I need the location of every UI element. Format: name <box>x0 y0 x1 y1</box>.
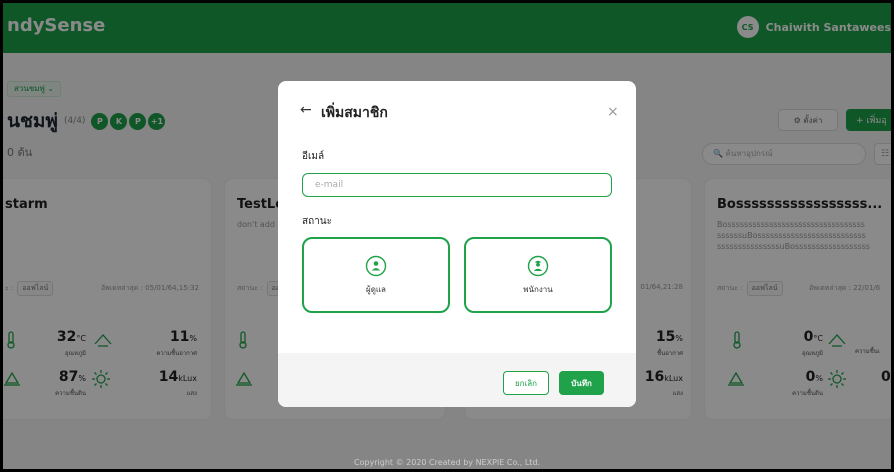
back-arrow-icon[interactable]: ← <box>300 102 312 118</box>
employee-icon <box>527 255 549 276</box>
role-employee-label: พนักงาน <box>523 284 553 294</box>
save-button[interactable]: บันทึก <box>559 371 604 395</box>
cancel-button[interactable]: ยกเลิก <box>503 371 549 395</box>
close-icon[interactable]: × <box>607 104 619 120</box>
email-field[interactable] <box>302 173 612 197</box>
role-admin-label: ผู้ดูแล <box>366 284 386 294</box>
footer-copyright: Copyright © 2020 Created by NEXPIE Co., … <box>353 458 541 467</box>
email-label: อีเมล์ <box>302 151 325 162</box>
role-admin-option[interactable]: ผู้ดูแล <box>302 237 450 313</box>
admin-icon <box>365 255 387 276</box>
dialog-title: เพิ่มสมาชิก <box>321 105 388 121</box>
role-employee-option[interactable]: พนักงาน <box>464 237 612 313</box>
add-member-dialog: ← เพิ่มสมาชิก × อีเมล์ สถานะ ผู้ดูแล พนั… <box>278 81 636 407</box>
app-frame: ndySense CS Chaiwith Santawees สวนชมพู่ … <box>3 3 891 469</box>
status-label: สถานะ <box>302 216 332 227</box>
